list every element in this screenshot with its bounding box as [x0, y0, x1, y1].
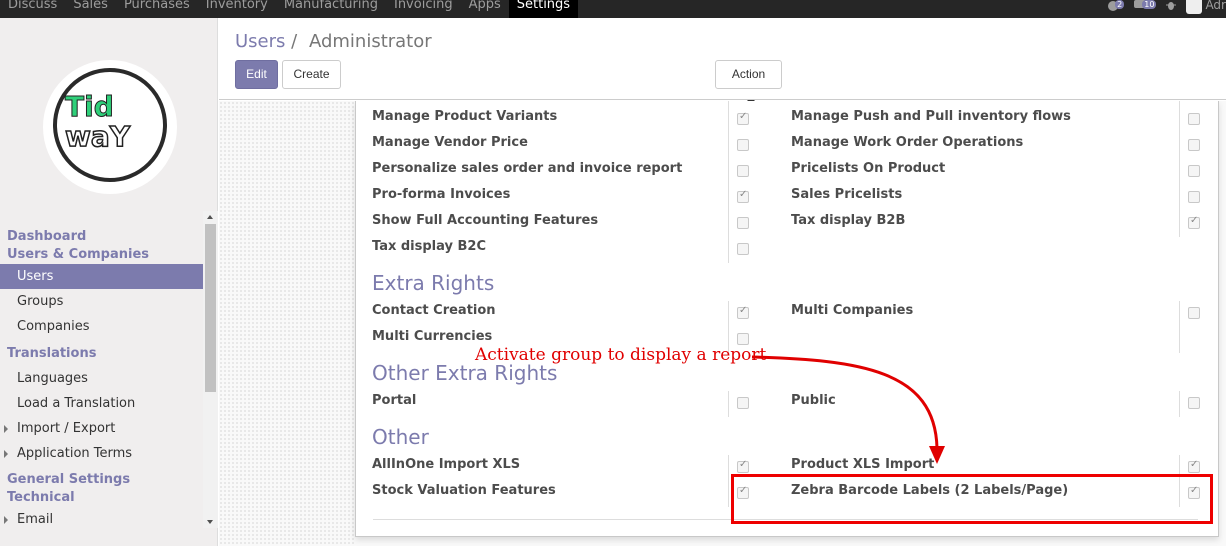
annotation-arrow — [751, 355, 945, 464]
